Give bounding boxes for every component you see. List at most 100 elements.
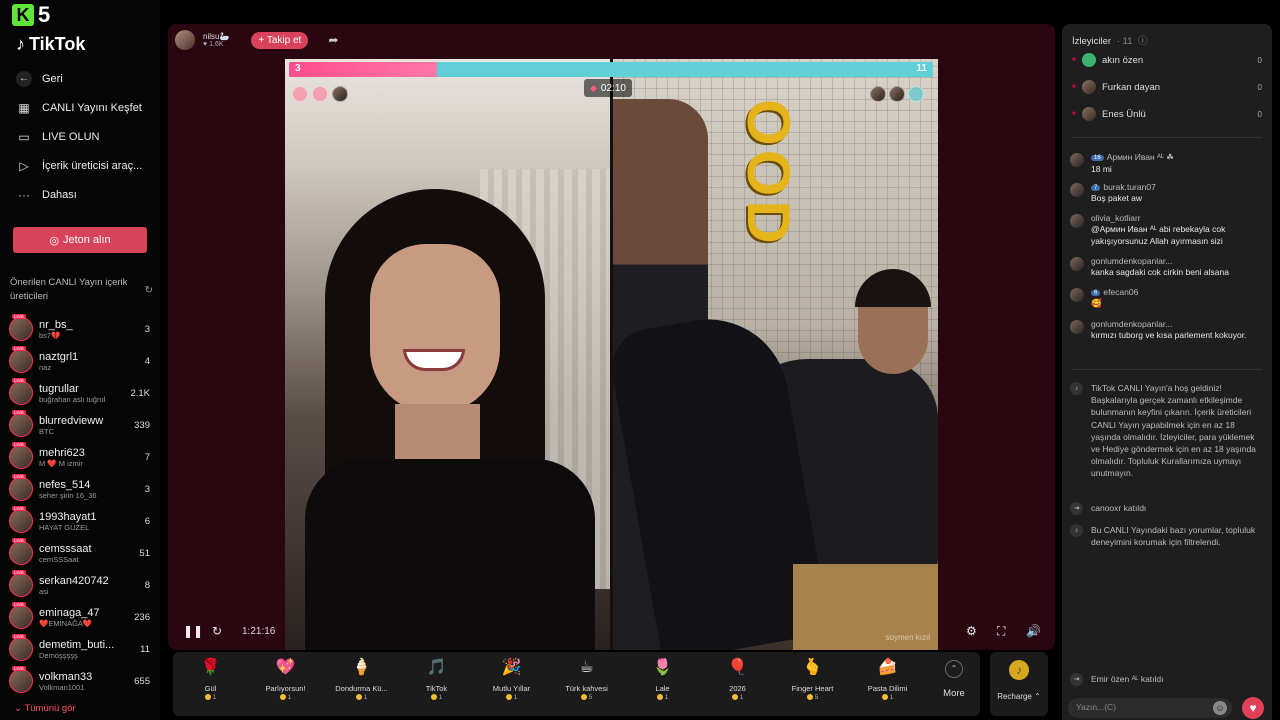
live-badge: LIVE xyxy=(12,634,26,639)
chat-username[interactable]: 16 Армин Иван ᴬᴸ ☘ xyxy=(1091,152,1261,163)
chat-user-avatar[interactable] xyxy=(1070,214,1084,228)
chat-user-avatar[interactable] xyxy=(1070,288,1084,302)
refresh-stream-icon[interactable]: ↻ xyxy=(212,624,222,638)
recharge-button[interactable]: ♪ Recharge ⌃ xyxy=(990,652,1048,716)
gift-item[interactable]: 🌷 Lale 1 xyxy=(625,652,700,716)
supporter-avatar[interactable] xyxy=(312,86,328,102)
video-left-panel xyxy=(285,59,610,650)
follow-button[interactable]: + Takip et xyxy=(251,31,309,49)
creator-subtitle: bs7💔 xyxy=(39,330,61,340)
battle-timer: ◆ 02:10 xyxy=(584,79,632,97)
gift-item[interactable]: ☕ Türk kahvesi 5 xyxy=(549,652,624,716)
info-icon[interactable]: ⓘ xyxy=(1138,36,1148,47)
viewer-avatar xyxy=(1082,80,1096,94)
pause-icon[interactable]: ❚❚ xyxy=(183,624,203,638)
gift-item[interactable]: 🎵 TikTok 1 xyxy=(399,652,474,716)
nav-item-go-live[interactable]: ▭ LIVE OLUN xyxy=(0,122,160,151)
viewer-avatar xyxy=(1082,53,1096,67)
creator-subtitle: naz xyxy=(39,362,52,372)
nav-item-creator-tools[interactable]: ▷ İçerik üreticisi araç... xyxy=(0,151,160,180)
creator-subtitle: ❤️EMİNAĞA❤️ xyxy=(39,618,93,628)
emoji-icon[interactable]: ☺ xyxy=(1213,701,1227,715)
chat-text: 18 mi xyxy=(1091,164,1112,174)
chat-username[interactable]: gonlumdenkopanlar... xyxy=(1091,319,1261,329)
creator-avatar: LIVE xyxy=(9,378,33,405)
viewer-row[interactable]: ■ Enes Ünlü 0 xyxy=(1072,103,1262,125)
chat-user-avatar[interactable] xyxy=(1070,153,1084,167)
supporter-avatar[interactable] xyxy=(908,86,924,102)
chat-username[interactable]: olivia_kotliarr xyxy=(1091,213,1261,223)
suggested-creator-row[interactable]: LIVE serkan420742 asi 8 xyxy=(0,569,160,601)
suggested-creator-row[interactable]: LIVE nr_bs_ bs7💔 3 xyxy=(0,313,160,345)
suggested-creator-row[interactable]: LIVE volkman33 Volkman1001 655 xyxy=(0,665,160,697)
supporter-avatar[interactable] xyxy=(292,86,308,102)
buy-coins-button[interactable]: ◎ Jeton alın xyxy=(13,227,147,253)
host-likes: ♥ 1.6K xyxy=(203,41,224,48)
nav-item-discover[interactable]: ▦ CANLI Yayını Keşfet xyxy=(0,93,160,122)
gift-item[interactable]: 💖 Parlıyorsun! 1 xyxy=(248,652,323,716)
nav-item-more[interactable]: ··· Dahası xyxy=(0,180,160,209)
viewer-row[interactable]: ■ Furkan dayan 0 xyxy=(1072,76,1262,98)
supporter-avatar[interactable] xyxy=(332,86,348,102)
year-2026-icon: 🎈 xyxy=(727,659,748,676)
gift-item[interactable]: 🍰 Pasta Dilimi 1 xyxy=(850,652,925,716)
chat-input[interactable]: Yazın...(C) xyxy=(1068,698,1232,718)
like-heart-button[interactable]: ♥ xyxy=(1242,697,1264,719)
gift-price: 1 xyxy=(700,694,775,701)
live-video[interactable]: OOD VO soymen kızıl xyxy=(285,59,938,650)
left-sidebar: K 5 ♪ TikTok ← Geri ▦ CANLI Yayını Keşfe… xyxy=(0,0,160,720)
viewer-row[interactable]: ■ akın özen 0 xyxy=(1072,49,1262,71)
refresh-icon[interactable]: ↻ xyxy=(145,284,153,298)
gift-item[interactable]: 🌹 Gül 1 xyxy=(173,652,248,716)
gift-price-value: 1 xyxy=(212,694,217,701)
gift-price-value: 1 xyxy=(438,694,443,701)
suggested-creator-row[interactable]: LIVE eminaga_47 ❤️EMİNAĞA❤️ 236 xyxy=(0,601,160,633)
suggested-creator-row[interactable]: LIVE naztgrl1 naz 4 xyxy=(0,345,160,377)
share-icon[interactable]: ➦ xyxy=(328,33,338,47)
gift-item[interactable]: 🫰 Finger Heart 5 xyxy=(775,652,850,716)
supporter-avatar[interactable] xyxy=(870,86,886,102)
suggested-creator-row[interactable]: LIVE demetim_buti... Demoşşşşş 11 xyxy=(0,633,160,665)
creator-viewer-count: 6 xyxy=(144,515,150,527)
nav-label-go-live: LIVE OLUN xyxy=(42,130,100,143)
suggested-creator-row[interactable]: LIVE nefes_514 seher şirin 16_36 3 xyxy=(0,473,160,505)
coin-icon xyxy=(505,694,512,700)
live-badge: LIVE xyxy=(12,538,26,543)
creator-name: demetim_buti... xyxy=(39,638,115,651)
chat-username[interactable]: 7 burak.turan07 xyxy=(1091,182,1261,192)
host-avatar[interactable] xyxy=(175,30,195,50)
viewer-score: 0 xyxy=(1257,55,1262,65)
creator-avatar: LIVE xyxy=(9,602,33,629)
chat-username[interactable]: gonlumdenkopanlar... xyxy=(1091,256,1261,266)
supporter-avatar[interactable] xyxy=(889,86,905,102)
creator-subtitle: BTC xyxy=(39,426,54,436)
gift-item[interactable]: 🎉 Mutlu Yıllar 1 xyxy=(474,652,549,716)
gift-item[interactable]: 🍦 Dondurma Kü... 1 xyxy=(324,652,399,716)
nav-label-discover: CANLI Yayını Keşfet xyxy=(42,101,142,114)
fullscreen-icon[interactable]: ⛶ xyxy=(997,624,1005,639)
volume-icon[interactable]: 🔊 xyxy=(1026,624,1041,638)
live-badge: LIVE xyxy=(12,410,26,415)
gift-price: 1 xyxy=(173,694,248,701)
chat-user-avatar[interactable] xyxy=(1070,257,1084,271)
see-all-link[interactable]: ⌄ Tümünü gör xyxy=(14,703,76,714)
suggested-creator-row[interactable]: LIVE mehri623 M ❤️ M izmir 7 xyxy=(0,441,160,473)
suggested-creator-row[interactable]: LIVE blurredvieww BTC 339 xyxy=(0,409,160,441)
chat-username[interactable]: 6 efecan06 xyxy=(1091,287,1261,297)
gift-item[interactable]: 🎈 2026 1 xyxy=(700,652,775,716)
settings-icon[interactable]: ⚙ xyxy=(966,624,977,638)
chat-body: 6 efecan06 🥰 xyxy=(1091,287,1261,309)
suggested-creator-row[interactable]: LIVE 1993hayat1 HAYAT GÜZEL 6 xyxy=(0,505,160,537)
suggested-creator-row[interactable]: LIVE cemsssaat cemSSSaat 51 xyxy=(0,537,160,569)
tiktok-logo[interactable]: ♪ TikTok xyxy=(16,34,85,55)
coin-icon xyxy=(355,694,362,700)
chat-user-avatar[interactable] xyxy=(1070,320,1084,334)
host-name[interactable]: nilsu🦢 xyxy=(203,32,229,41)
back-button[interactable]: ← Geri xyxy=(0,64,160,93)
chat-user-avatar[interactable] xyxy=(1070,183,1084,197)
more-gifts-button[interactable]: ⌃ More xyxy=(932,652,976,716)
suggested-creator-row[interactable]: LIVE tugrullar buğrahan aslı tuğrul 2.1K xyxy=(0,377,160,409)
chat-body: gonlumdenkopanlar... kanka sagdaki cok ci… xyxy=(1091,256,1261,278)
user-level-badge: 7 xyxy=(1091,185,1101,191)
gift-price: 1 xyxy=(474,694,549,701)
